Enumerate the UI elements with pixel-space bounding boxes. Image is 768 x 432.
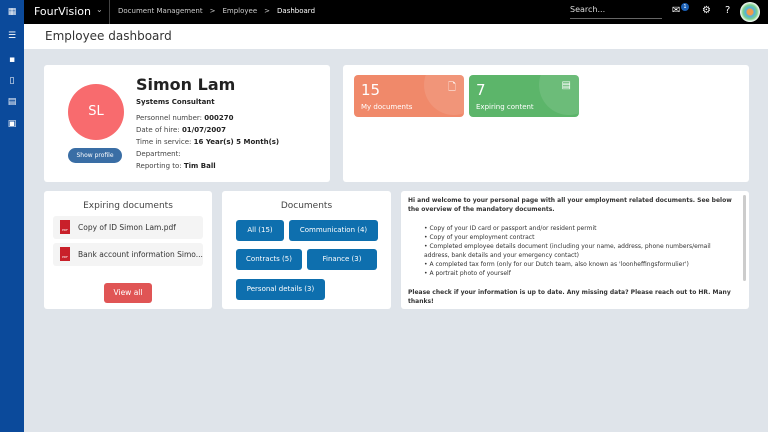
filter-personal-details-button[interactable]: Personal details (3) <box>236 279 325 300</box>
pdf-icon: PDF <box>60 220 70 234</box>
date-of-hire: Date of hire: 01/07/2007 <box>136 126 227 134</box>
document-icon[interactable]: ▯ <box>6 75 18 87</box>
briefcase-icon[interactable]: ▣ <box>6 118 18 130</box>
my-documents-tile[interactable]: 15 My documents 🗋 <box>354 75 464 117</box>
breadcrumb-dashboard: Dashboard <box>277 7 316 15</box>
scrollbar[interactable] <box>743 195 746 281</box>
welcome-outro: Please check if your information is up t… <box>408 289 731 305</box>
view-all-button[interactable]: View all <box>104 283 152 303</box>
filter-contracts-button[interactable]: Contracts (5) <box>236 249 302 270</box>
department: Department: <box>136 150 181 158</box>
app-launcher-icon[interactable]: ▦ <box>6 6 18 18</box>
employee-title: Systems Consultant <box>136 98 215 106</box>
messages-icon[interactable]: ✉ <box>672 5 680 16</box>
chevron-down-icon[interactable]: ⌄ <box>96 5 103 14</box>
divider <box>109 0 110 24</box>
avatar: SL <box>68 84 124 140</box>
list-item[interactable]: PDF Copy of ID Simon Lam.pdf <box>53 216 203 239</box>
tiles-card: 15 My documents 🗋 7 Expiring content ▤ <box>343 65 749 182</box>
employee-name: Simon Lam <box>136 75 236 94</box>
expiring-content-tile[interactable]: 7 Expiring content ▤ <box>469 75 579 117</box>
profile-card: SL Show profile Simon Lam Systems Consul… <box>44 65 330 182</box>
welcome-card: Hi and welcome to your personal page wit… <box>401 191 749 309</box>
filter-communication-button[interactable]: Communication (4) <box>289 220 378 241</box>
time-in-service: Time in service: 16 Year(s) 5 Month(s) <box>136 138 280 146</box>
hamburger-menu-icon[interactable]: ☰ <box>6 30 18 42</box>
list-item[interactable]: PDF Bank account information Simo... <box>53 243 203 266</box>
form-icon: ▤ <box>561 80 571 91</box>
expiring-documents-card: Expiring documents PDF Copy of ID Simon L… <box>44 191 212 309</box>
help-icon[interactable]: ? <box>725 5 730 16</box>
tile-label: My documents <box>361 103 413 111</box>
tile-count: 15 <box>361 81 381 99</box>
search-input[interactable]: Search... <box>570 5 662 19</box>
breadcrumb: Document Management > Employee > Dashboard <box>118 7 316 15</box>
left-rail: ▦ ☰ ▪ ▯ ▤ ▣ <box>0 0 24 432</box>
gear-icon[interactable]: ⚙ <box>702 5 711 16</box>
personnel-number: Personnel number: 000270 <box>136 114 234 122</box>
breadcrumb-employee[interactable]: Employee <box>222 7 257 15</box>
pdf-icon: PDF <box>60 247 70 261</box>
user-avatar[interactable] <box>740 2 760 22</box>
breadcrumb-document-management[interactable]: Document Management <box>118 7 203 15</box>
welcome-intro: Hi and welcome to your personal page wit… <box>408 197 732 213</box>
form-icon[interactable]: ▤ <box>6 96 18 108</box>
page-header: Employee dashboard <box>24 24 768 49</box>
list-item: A portrait photo of yourself <box>424 269 738 278</box>
dashboard-icon[interactable]: ▪ <box>6 54 18 66</box>
tile-count: 7 <box>476 81 486 99</box>
filter-finance-button[interactable]: Finance (3) <box>307 249 377 270</box>
card-title: Expiring documents <box>83 201 173 211</box>
notification-badge: 1 <box>681 3 689 11</box>
page-title: Employee dashboard <box>45 29 172 43</box>
list-item: Copy of your employment contract <box>424 233 738 242</box>
brand-name[interactable]: FourVision <box>34 5 91 18</box>
tile-label: Expiring content <box>476 103 534 111</box>
list-item: Completed employee details document (inc… <box>424 242 738 260</box>
card-title: Documents <box>280 201 333 211</box>
show-profile-button[interactable]: Show profile <box>68 148 122 163</box>
mandatory-documents-list: Copy of your ID card or passport and/or … <box>424 224 738 278</box>
list-item: A completed tax form (only for our Dutch… <box>424 260 738 269</box>
reporting-to: Reporting to: Tim Ball <box>136 162 216 170</box>
filter-all-button[interactable]: All (15) <box>236 220 284 241</box>
document-icon: 🗋 <box>447 82 456 93</box>
top-bar: FourVision ⌄ Document Management > Employe… <box>24 0 768 24</box>
documents-card: Documents All (15) Communication (4) Con… <box>222 191 391 309</box>
list-item: Copy of your ID card or passport and/or … <box>424 224 738 233</box>
